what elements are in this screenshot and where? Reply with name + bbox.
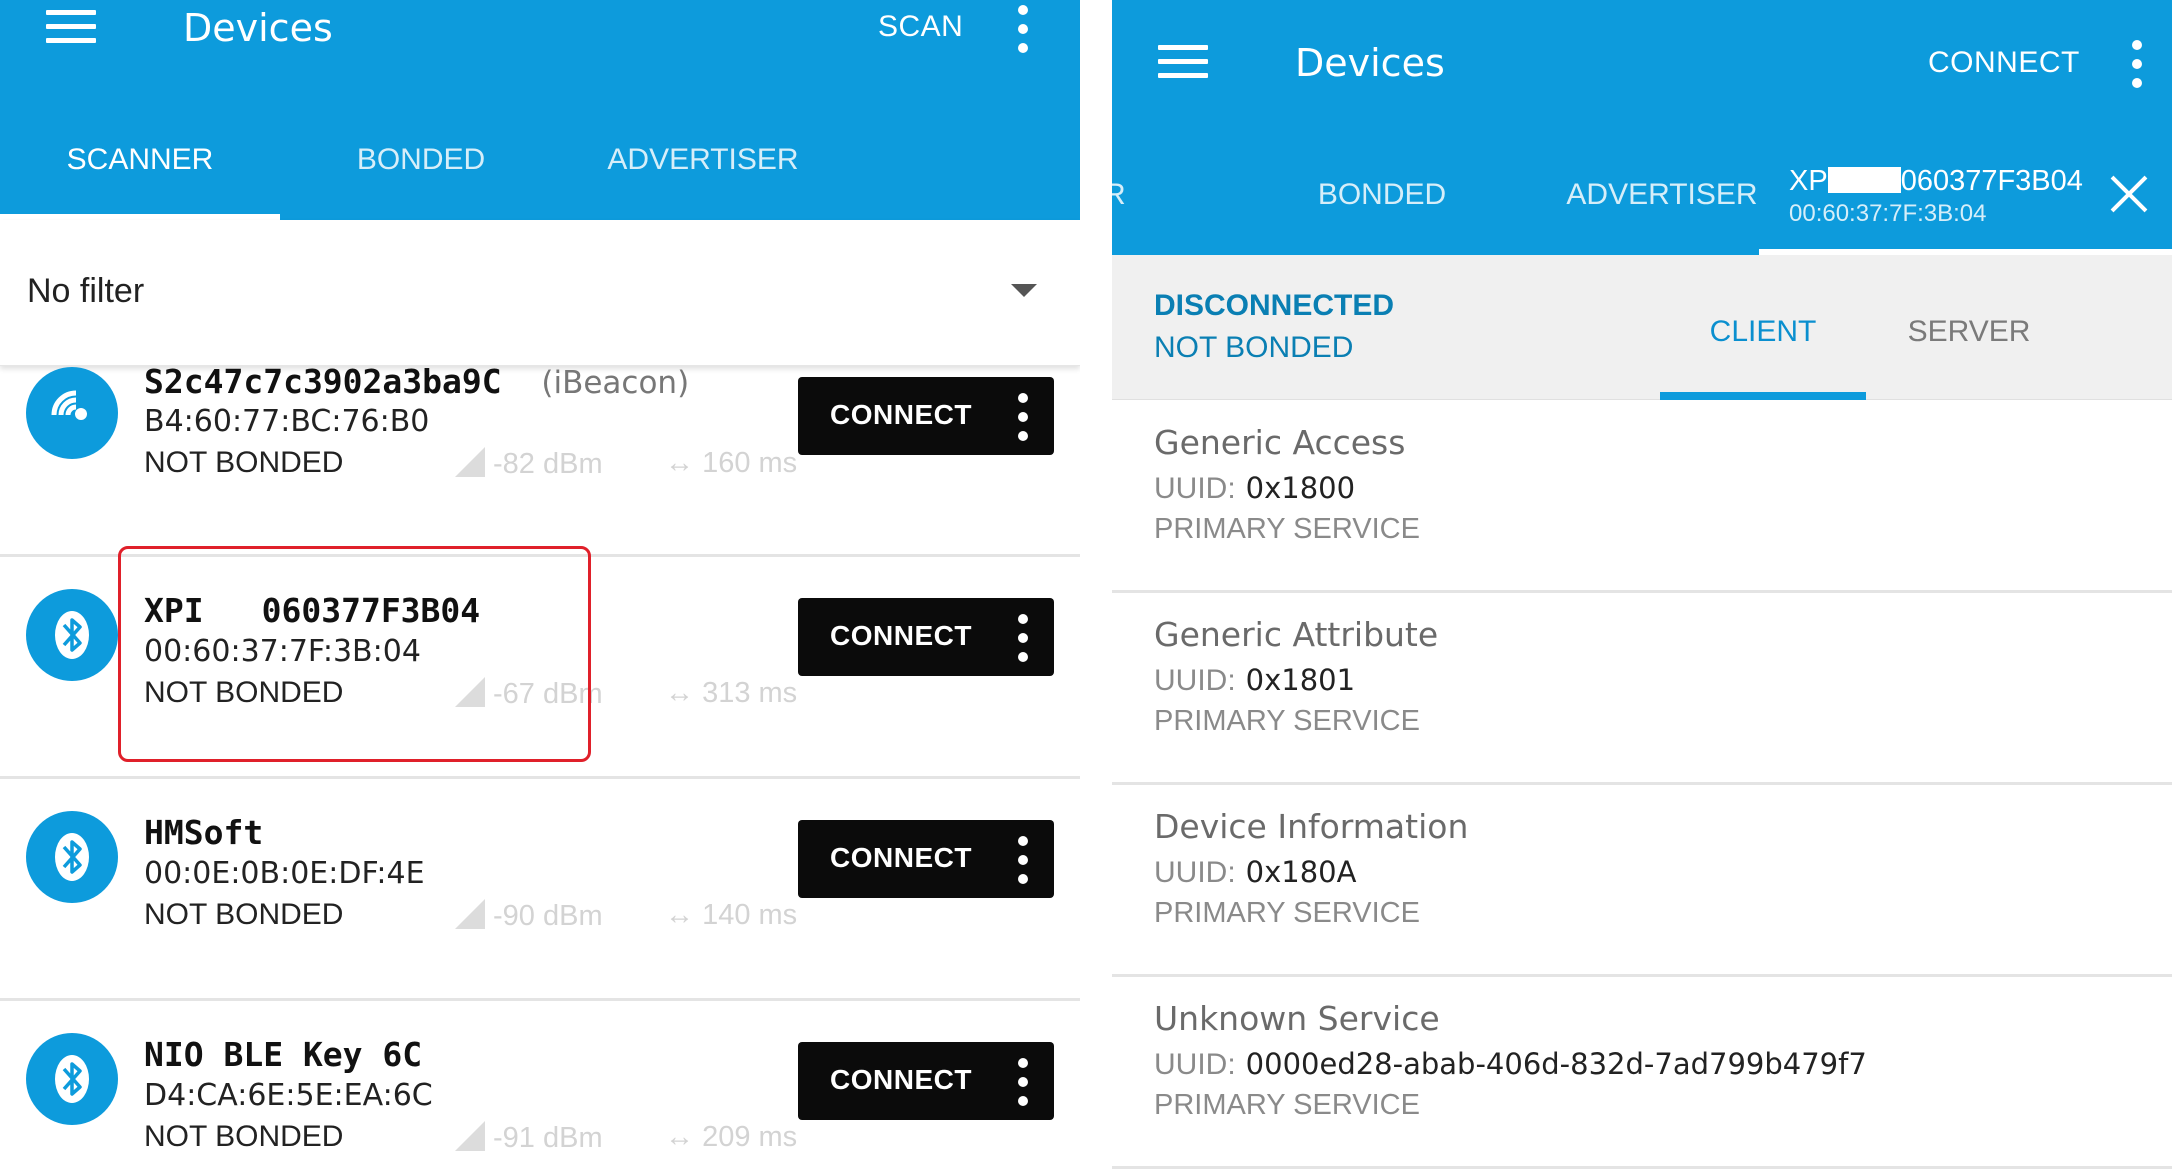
device-detail-screen: Devices CONNECT R BONDED ADVERTISER XP 06… — [1112, 0, 2172, 1174]
device-interval: ↔ 209 ms — [665, 1121, 798, 1153]
service-type: PRIMARY SERVICE — [1154, 897, 1420, 929]
signal-icon — [455, 1121, 485, 1151]
beacon-icon — [26, 367, 118, 459]
page-title: Devices — [183, 6, 333, 50]
connect-button[interactable]: CONNECT — [798, 598, 1054, 676]
device-interval: ↔ 160 ms — [665, 447, 798, 479]
device-mac: D4:CA:6E:5E:EA:6C — [144, 1078, 433, 1113]
service-uuid: UUID: 0x1800 — [1154, 471, 1356, 505]
tab-scanner[interactable]: SCANNER — [0, 143, 280, 177]
subtab-indicator — [1660, 392, 1866, 400]
device-rssi: -82 dBm — [455, 447, 603, 481]
device-interval: ↔ 313 ms — [665, 677, 798, 709]
device-mac: 00:0E:0B:0E:DF:4E — [144, 856, 425, 891]
service-name: Generic Access — [1154, 423, 1406, 462]
bluetooth-icon — [26, 589, 118, 681]
service-uuid: UUID: 0000ed28-abab-406d-832d-7ad799b479f… — [1154, 1047, 1867, 1081]
service-list-item[interactable]: Unknown Service UUID: 0000ed28-abab-406d-… — [1112, 977, 2172, 1169]
device-tab-name: XP 060377F3B04 — [1789, 165, 2083, 197]
device-interval: ↔ 140 ms — [665, 899, 798, 931]
scanner-screen: Devices SCAN SCANNER BONDED ADVERTISER N… — [0, 0, 1080, 1174]
service-list-item[interactable]: Generic Attribute UUID: 0x1801 PRIMARY SE… — [1112, 593, 2172, 785]
bluetooth-icon — [26, 811, 118, 903]
device-name: HMSoft — [144, 813, 264, 852]
service-type: PRIMARY SERVICE — [1154, 1089, 1420, 1121]
highlight-box — [118, 546, 591, 762]
device-name: NIO BLE Key 6C — [144, 1035, 423, 1074]
device-mac: B4:60:77:BC:76:B0 — [144, 404, 430, 439]
device-menu-icon[interactable] — [1017, 393, 1029, 441]
menu-icon[interactable] — [46, 10, 96, 44]
bluetooth-icon — [26, 1033, 118, 1125]
service-uuid: UUID: 0x1801 — [1154, 663, 1356, 697]
tab-client[interactable]: CLIENT — [1660, 315, 1866, 349]
signal-icon — [455, 447, 485, 477]
device-type: (iBeacon) — [541, 365, 690, 401]
service-list-item[interactable]: Generic Access UUID: 0x1800 PRIMARY SERVI… — [1112, 401, 2172, 593]
overflow-menu-icon[interactable] — [1017, 5, 1029, 53]
connect-action-button[interactable]: CONNECT — [1928, 46, 2080, 80]
service-name: Generic Attribute — [1154, 615, 1439, 654]
filter-dropdown[interactable]: No filter — [0, 220, 1080, 366]
tab-bonded[interactable]: BONDED — [280, 143, 562, 177]
service-type: PRIMARY SERVICE — [1154, 705, 1420, 737]
device-menu-icon[interactable] — [1017, 836, 1029, 884]
tab-bonded[interactable]: BONDED — [1267, 178, 1497, 212]
connect-button[interactable]: CONNECT — [798, 1042, 1054, 1120]
device-tab-mac: 00:60:37:7F:3B:04 — [1789, 200, 1987, 227]
connection-state: DISCONNECTED — [1154, 289, 1395, 322]
app-bar: Devices SCAN SCANNER BONDED ADVERTISER — [0, 0, 1080, 220]
service-list-item[interactable]: Device Information UUID: 0x180A PRIMARY S… — [1112, 785, 2172, 977]
device-list-item[interactable]: S2c47c7c3902a3ba9C (iBeacon) B4:60:77:BC… — [0, 362, 1080, 557]
tab-server[interactable]: SERVER — [1866, 315, 2072, 349]
menu-icon[interactable] — [1158, 45, 1208, 79]
bond-state: NOT BONDED — [1154, 331, 1354, 364]
overflow-menu-icon[interactable] — [2131, 40, 2143, 88]
app-bar: Devices CONNECT R BONDED ADVERTISER XP 06… — [1112, 0, 2172, 255]
tab-scanner-partial[interactable]: R — [1112, 178, 1134, 212]
page-title: Devices — [1295, 41, 1445, 85]
connection-status-bar: DISCONNECTED NOT BONDED CLIENT SERVER — [1112, 255, 2172, 400]
connect-button[interactable]: CONNECT — [798, 820, 1054, 898]
device-bond-state: NOT BONDED — [144, 1120, 344, 1153]
signal-icon — [455, 899, 485, 929]
divider — [1080, 0, 1112, 1174]
tab-advertiser[interactable]: ADVERTISER — [562, 143, 844, 177]
device-rssi: -91 dBm — [455, 1121, 603, 1155]
device-bond-state: NOT BONDED — [144, 898, 344, 931]
filter-value: No filter — [27, 272, 145, 310]
device-rssi: -90 dBm — [455, 899, 603, 933]
device-list-item[interactable]: NIO BLE Key 6C D4:CA:6E:5E:EA:6C NOT BON… — [0, 1001, 1080, 1174]
tab-advertiser[interactable]: ADVERTISER — [1512, 178, 1812, 212]
service-uuid: UUID: 0x180A — [1154, 855, 1357, 889]
connect-button[interactable]: CONNECT — [798, 377, 1054, 455]
device-bond-state: NOT BONDED — [144, 446, 344, 479]
device-menu-icon[interactable] — [1017, 614, 1029, 662]
device-menu-icon[interactable] — [1017, 1058, 1029, 1106]
close-icon[interactable] — [2109, 174, 2149, 214]
dropdown-arrow-icon — [1011, 284, 1037, 297]
scan-button[interactable]: SCAN — [878, 10, 963, 44]
device-name: S2c47c7c3902a3ba9C (iBeacon) — [144, 362, 690, 401]
device-list-item[interactable]: HMSoft 00:0E:0B:0E:DF:4E NOT BONDED -90 … — [0, 779, 1080, 1001]
service-name: Unknown Service — [1154, 999, 1440, 1038]
service-type: PRIMARY SERVICE — [1154, 513, 1420, 545]
service-name: Device Information — [1154, 807, 1469, 846]
